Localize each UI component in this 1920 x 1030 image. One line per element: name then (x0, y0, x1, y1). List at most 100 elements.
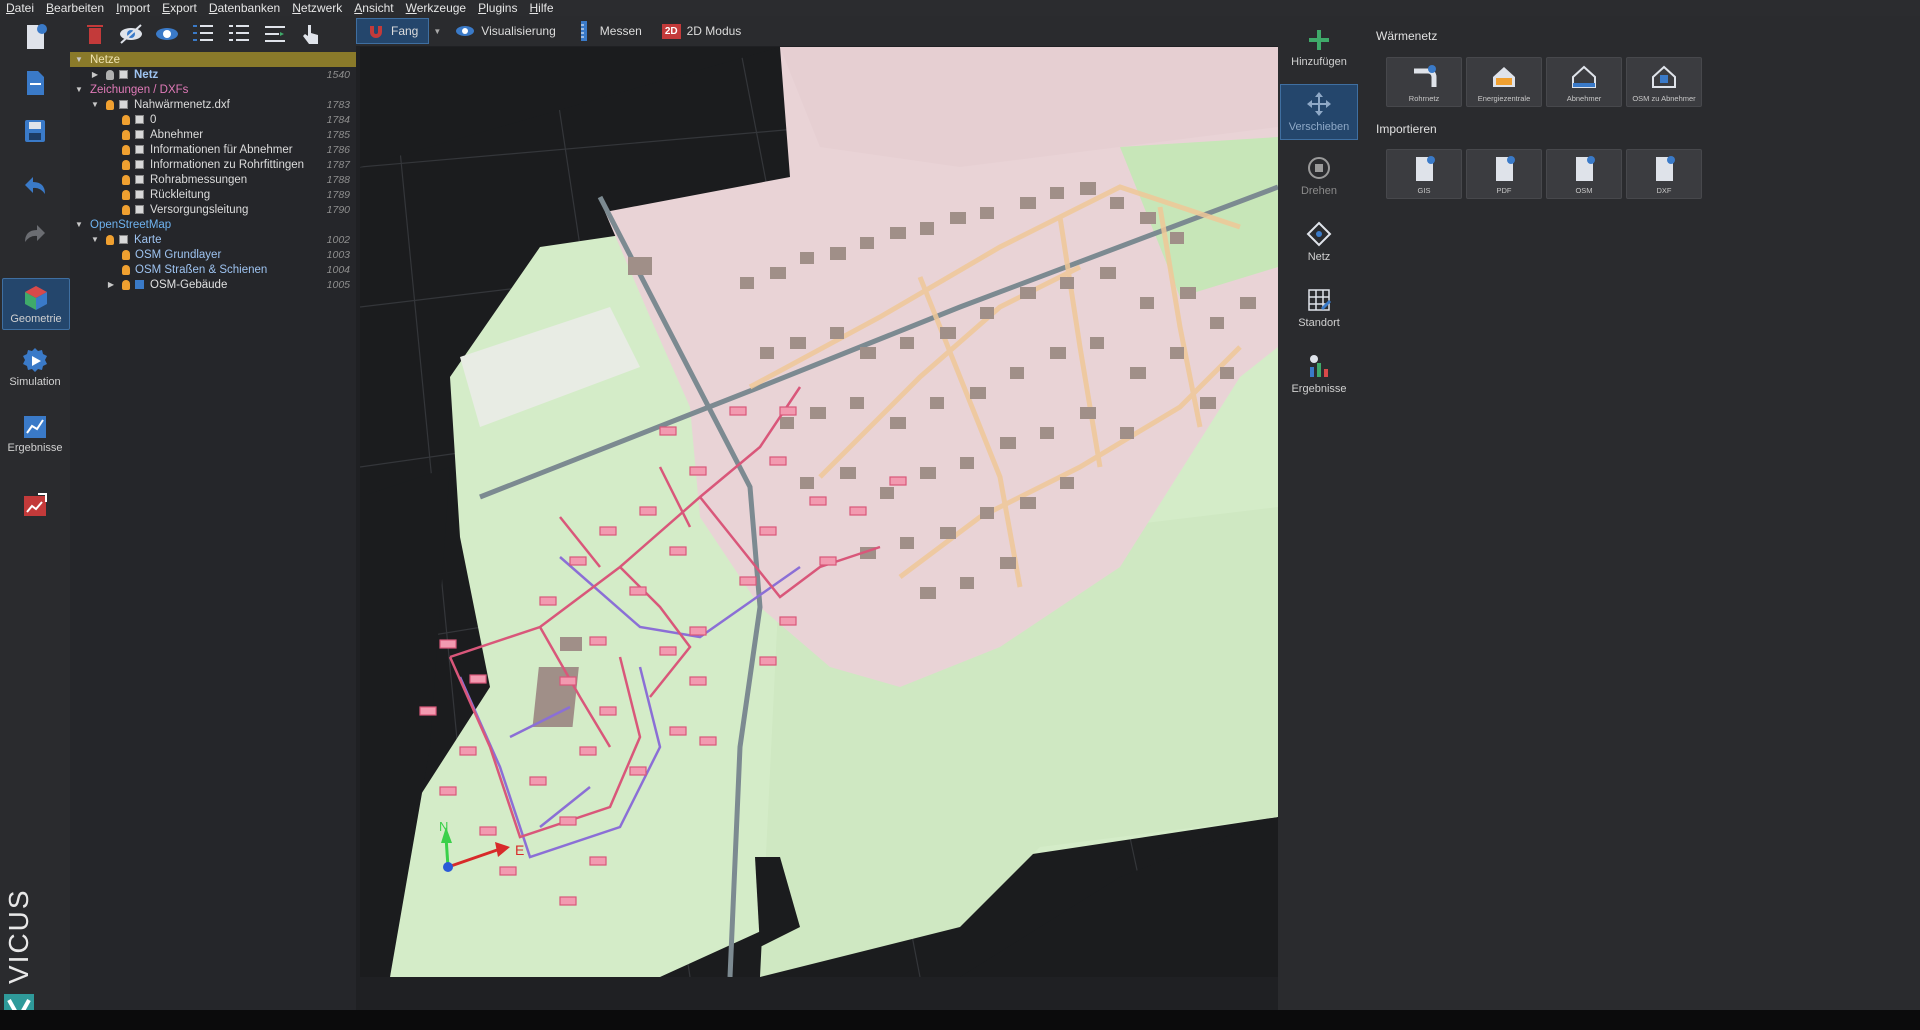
pipe-network-tile[interactable]: Rohrnetz (1386, 57, 1462, 107)
open-file-icon (27, 71, 44, 95)
visibility-bulb-icon[interactable] (106, 99, 114, 110)
visibility-bulb-icon[interactable] (122, 159, 130, 170)
import-dxf-tile-label: DXF (1656, 186, 1672, 195)
delete-icon[interactable] (82, 21, 108, 47)
heating-network-section-title: Wärmenetz (1376, 29, 1438, 43)
snap-toggle[interactable]: Fang (356, 18, 430, 44)
tree-row[interactable]: Abnehmer 1785 (70, 127, 356, 142)
new-project-button[interactable] (8, 22, 62, 52)
tree-row-label: 0 (150, 113, 157, 126)
hide-icon[interactable] (118, 21, 144, 47)
visibility-bulb-icon[interactable] (122, 174, 130, 185)
tree-expand-arrow-icon[interactable]: ▼ (74, 55, 84, 64)
pointer-hand-icon[interactable] (298, 21, 324, 47)
tree-row-label: Informationen zu Rohrfittingen (150, 158, 305, 171)
tree-expand-arrow-icon[interactable]: ▼ (90, 100, 100, 109)
simulation-mode-label: Simulation (9, 376, 61, 388)
layer-color-swatch (135, 145, 144, 154)
geometry-mode-button[interactable]: Geometrie (2, 278, 70, 330)
menu-ansicht[interactable]: Ansicht (348, 1, 399, 15)
visibility-bulb-icon[interactable] (122, 264, 130, 275)
snap-dropdown-chevron-icon[interactable]: ▼ (429, 27, 445, 36)
import-osm-tile[interactable]: OSM (1546, 149, 1622, 199)
show-icon[interactable] (154, 21, 180, 47)
menu-datei[interactable]: Datei (0, 1, 40, 15)
location-button[interactable]: Standort (1280, 280, 1358, 336)
menu-plugins[interactable]: Plugins (472, 1, 523, 15)
visibility-bulb-icon[interactable] (122, 129, 130, 140)
pdf-file-icon (1496, 156, 1515, 181)
tree-expand-arrow-icon[interactable]: ▼ (74, 220, 84, 229)
tree-expand-arrow-icon[interactable]: ▶ (106, 280, 116, 289)
layer-color-swatch (135, 160, 144, 169)
menu-netzwerk[interactable]: Netzwerk (286, 1, 348, 15)
layer-color-swatch (135, 130, 144, 139)
osm-house-icon (1652, 65, 1676, 88)
visibility-bulb-icon[interactable] (122, 114, 130, 125)
visibility-bulb-icon[interactable] (122, 189, 130, 200)
tree-expand-arrow-icon[interactable]: ▶ (90, 70, 100, 79)
menu-import[interactable]: Import (110, 1, 156, 15)
import-dxf-tile[interactable]: DXF (1626, 149, 1702, 199)
osm-to-consumer-tile[interactable]: OSM zu Abnehmer (1626, 57, 1702, 107)
tree-row[interactable]: ▼ Netze (70, 52, 356, 67)
energy-center-tile[interactable]: Energiezentrale (1466, 57, 1542, 107)
menu-export[interactable]: Export (156, 1, 203, 15)
tree-row[interactable]: Rohrabmessungen 1788 (70, 172, 356, 187)
open-project-button[interactable] (8, 68, 62, 98)
tree-row[interactable]: ▼ Karte 1002 (70, 232, 356, 247)
measure-button[interactable]: Messen (566, 18, 652, 44)
tree-row-label: Zeichungen / DXFs (90, 83, 189, 96)
export-report-button[interactable] (8, 490, 62, 520)
select-all-icon[interactable] (190, 21, 216, 47)
results-mode-button[interactable]: Ergebnisse (7, 412, 63, 454)
visualization-button[interactable]: Visualisierung (445, 18, 566, 44)
list-icon[interactable] (226, 21, 252, 47)
tree-row[interactable]: Informationen zu Rohrfittingen 1787 (70, 157, 356, 172)
tree-expand-arrow-icon[interactable]: ▼ (90, 235, 100, 244)
visibility-bulb-icon[interactable] (122, 204, 130, 215)
tree-row-id: 1004 (326, 263, 350, 276)
import-pdf-tile[interactable]: PDF (1466, 149, 1542, 199)
menu-datenbanken[interactable]: Datenbanken (203, 1, 286, 15)
tree-row[interactable]: ▼ Zeichungen / DXFs (70, 82, 356, 97)
tree-row[interactable]: OSM Grundlayer 1003 (70, 247, 356, 262)
tree-row-label: OSM Straßen & Schienen (135, 263, 268, 276)
menu-bearbeiten[interactable]: Bearbeiten (40, 1, 110, 15)
tree-row[interactable]: ▼ Nahwärmenetz.dxf 1783 (70, 97, 356, 112)
import-gis-tile[interactable]: GIS (1386, 149, 1462, 199)
tree-row[interactable]: Rückleitung 1789 (70, 187, 356, 202)
visibility-bulb-icon[interactable] (106, 69, 114, 80)
sort-list-icon[interactable] (262, 21, 288, 47)
move-button[interactable]: Verschieben (1280, 84, 1358, 140)
tree-row[interactable]: 0 1784 (70, 112, 356, 127)
tree-row[interactable]: ▼ OpenStreetMap (70, 217, 356, 232)
undo-button[interactable] (8, 172, 62, 202)
save-project-button[interactable] (8, 116, 62, 146)
tree-row[interactable]: ▶ Netz 1540 (70, 67, 356, 82)
consumer-tile[interactable]: Abnehmer (1546, 57, 1622, 107)
menu-hilfe[interactable]: Hilfe (523, 1, 559, 15)
visibility-bulb-icon[interactable] (122, 144, 130, 155)
network-button[interactable]: Netz (1280, 214, 1358, 270)
visibility-bulb-icon[interactable] (122, 249, 130, 260)
results-button[interactable]: Ergebnisse (1280, 346, 1358, 402)
scene-viewport[interactable]: N E (360, 47, 1278, 977)
rotate-button[interactable]: Drehen (1280, 148, 1358, 204)
tree-row-id: 1788 (326, 173, 350, 186)
tree-row[interactable]: Versorgungsleitung 1790 (70, 202, 356, 217)
visibility-bulb-icon[interactable] (122, 279, 130, 290)
tree-row-label: Versorgungsleitung (150, 203, 249, 216)
add-button[interactable]: Hinzufügen (1280, 20, 1358, 76)
tree-row[interactable]: OSM Straßen & Schienen 1004 (70, 262, 356, 277)
tree-row[interactable]: Informationen für Abnehmer 1786 (70, 142, 356, 157)
2d-mode-button[interactable]: 2D 2D Modus (652, 18, 752, 44)
visibility-bulb-icon[interactable] (106, 234, 114, 245)
layer-tree: ▼ Netze ▶ Netz 1540 ▼ Zeichungen / DXFs ▼ Nahwär… (70, 52, 356, 1010)
rotate-label: Drehen (1300, 185, 1338, 197)
redo-button[interactable] (8, 220, 62, 250)
simulation-mode-button[interactable]: Simulation (8, 346, 62, 388)
tree-row[interactable]: ▶ OSM-Gebäude 1005 (70, 277, 356, 292)
tree-expand-arrow-icon[interactable]: ▼ (74, 85, 84, 94)
menu-werkzeuge[interactable]: Werkzeuge (400, 1, 472, 15)
